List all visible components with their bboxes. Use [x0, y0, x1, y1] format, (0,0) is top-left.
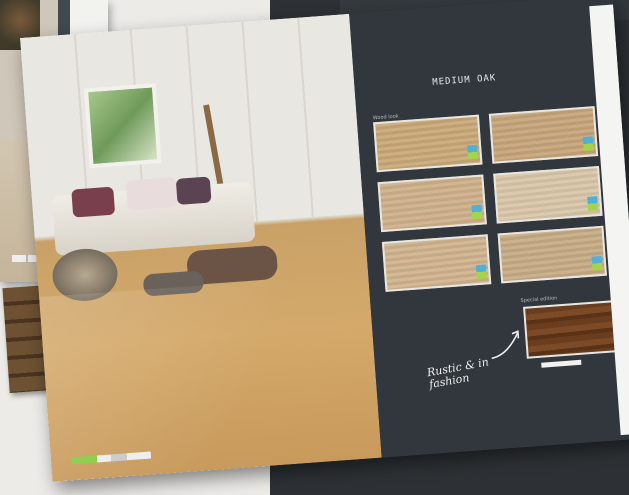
panel-title: MEDIUM OAK [431, 73, 497, 88]
wood-grain [490, 108, 597, 162]
wood-swatch-oak-6 [497, 225, 607, 284]
arrow-icon [491, 330, 520, 360]
product-tag [587, 196, 599, 211]
living-room-photo [20, 13, 382, 482]
wood-swatch-oak-1 [373, 114, 483, 173]
product-tag [591, 255, 603, 271]
product-tag [582, 136, 594, 152]
cushion [125, 176, 178, 211]
wood-grain [499, 227, 605, 282]
wood-swatch-oak-3 [377, 174, 487, 233]
feature-subhead: Special edition [520, 295, 558, 305]
product-tag [475, 264, 487, 280]
floor-shine [39, 273, 382, 482]
feature-swatch-strip [541, 359, 582, 368]
product-tag [471, 204, 483, 220]
handwritten-note: Rustic & in fashion [425, 355, 490, 392]
brochure-spread: MEDIUM OAK Wood look Special edition Rus… [20, 0, 629, 482]
wood-grain [495, 168, 601, 222]
product-panel: MEDIUM OAK Wood look Special edition Rus… [349, 0, 629, 458]
wood-grain [375, 116, 481, 171]
cushion [71, 186, 116, 218]
wood-swatch-oak-5 [381, 234, 492, 292]
wood-grain [384, 236, 490, 290]
product-tag [467, 144, 479, 160]
wood-swatch-oak-2 [488, 106, 599, 164]
wood-grain [379, 176, 485, 230]
wood-swatch-oak-4 [493, 165, 603, 224]
cushion [175, 176, 212, 205]
window [83, 83, 162, 169]
